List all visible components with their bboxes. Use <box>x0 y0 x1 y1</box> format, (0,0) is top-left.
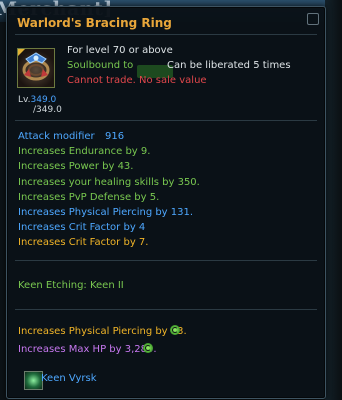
stat-line: Increases Crit Factor by 4 <box>18 222 146 233</box>
soulbound-label: Soulbound to <box>67 60 134 71</box>
stat-line: Increases Physical Piercing by 131. <box>18 207 194 218</box>
divider <box>15 309 317 310</box>
level-requirement: For level 70 or above <box>67 45 173 56</box>
liberation-count: Can be liberated 5 times <box>167 60 291 71</box>
etching-line: Keen Etching: Keen II <box>18 280 124 291</box>
stat-line: Increases Endurance by 9. <box>18 146 151 157</box>
item-level: Lv.349.0 <box>18 95 57 105</box>
stat-line: Increases your healing skills by 350. <box>18 177 200 188</box>
ring-icon <box>17 48 55 88</box>
divider <box>15 260 317 261</box>
item-level-max: /349.0 <box>33 105 62 115</box>
divider <box>15 34 317 35</box>
trade-restriction: Cannot trade. No sale value <box>67 75 207 86</box>
item-title: Warlord's Bracing Ring <box>17 16 172 30</box>
attack-modifier-label: Attack modifier <box>18 131 95 142</box>
stat-line: Increases Crit Factor by 7. <box>18 237 149 248</box>
close-icon[interactable] <box>307 13 319 25</box>
stat-line: Increases PvP Defense by 5. <box>18 192 160 203</box>
refresh-icon <box>170 325 180 335</box>
attack-modifier-value: 916 <box>105 131 125 142</box>
stat-line: Increases Power by 43. <box>18 161 134 172</box>
background-window-edge <box>325 0 342 400</box>
bonus-line: Increases Max HP by 3,280. <box>18 344 157 355</box>
bonus-line: Increases Physical Piercing by 33. <box>18 326 187 337</box>
item-tooltip: Warlord's Bracing Ring Lv.349.0 /349.0 F… <box>6 6 326 399</box>
divider <box>15 120 317 121</box>
crystal-name: Keen Vyrsk <box>41 373 97 384</box>
refresh-icon <box>143 343 153 353</box>
